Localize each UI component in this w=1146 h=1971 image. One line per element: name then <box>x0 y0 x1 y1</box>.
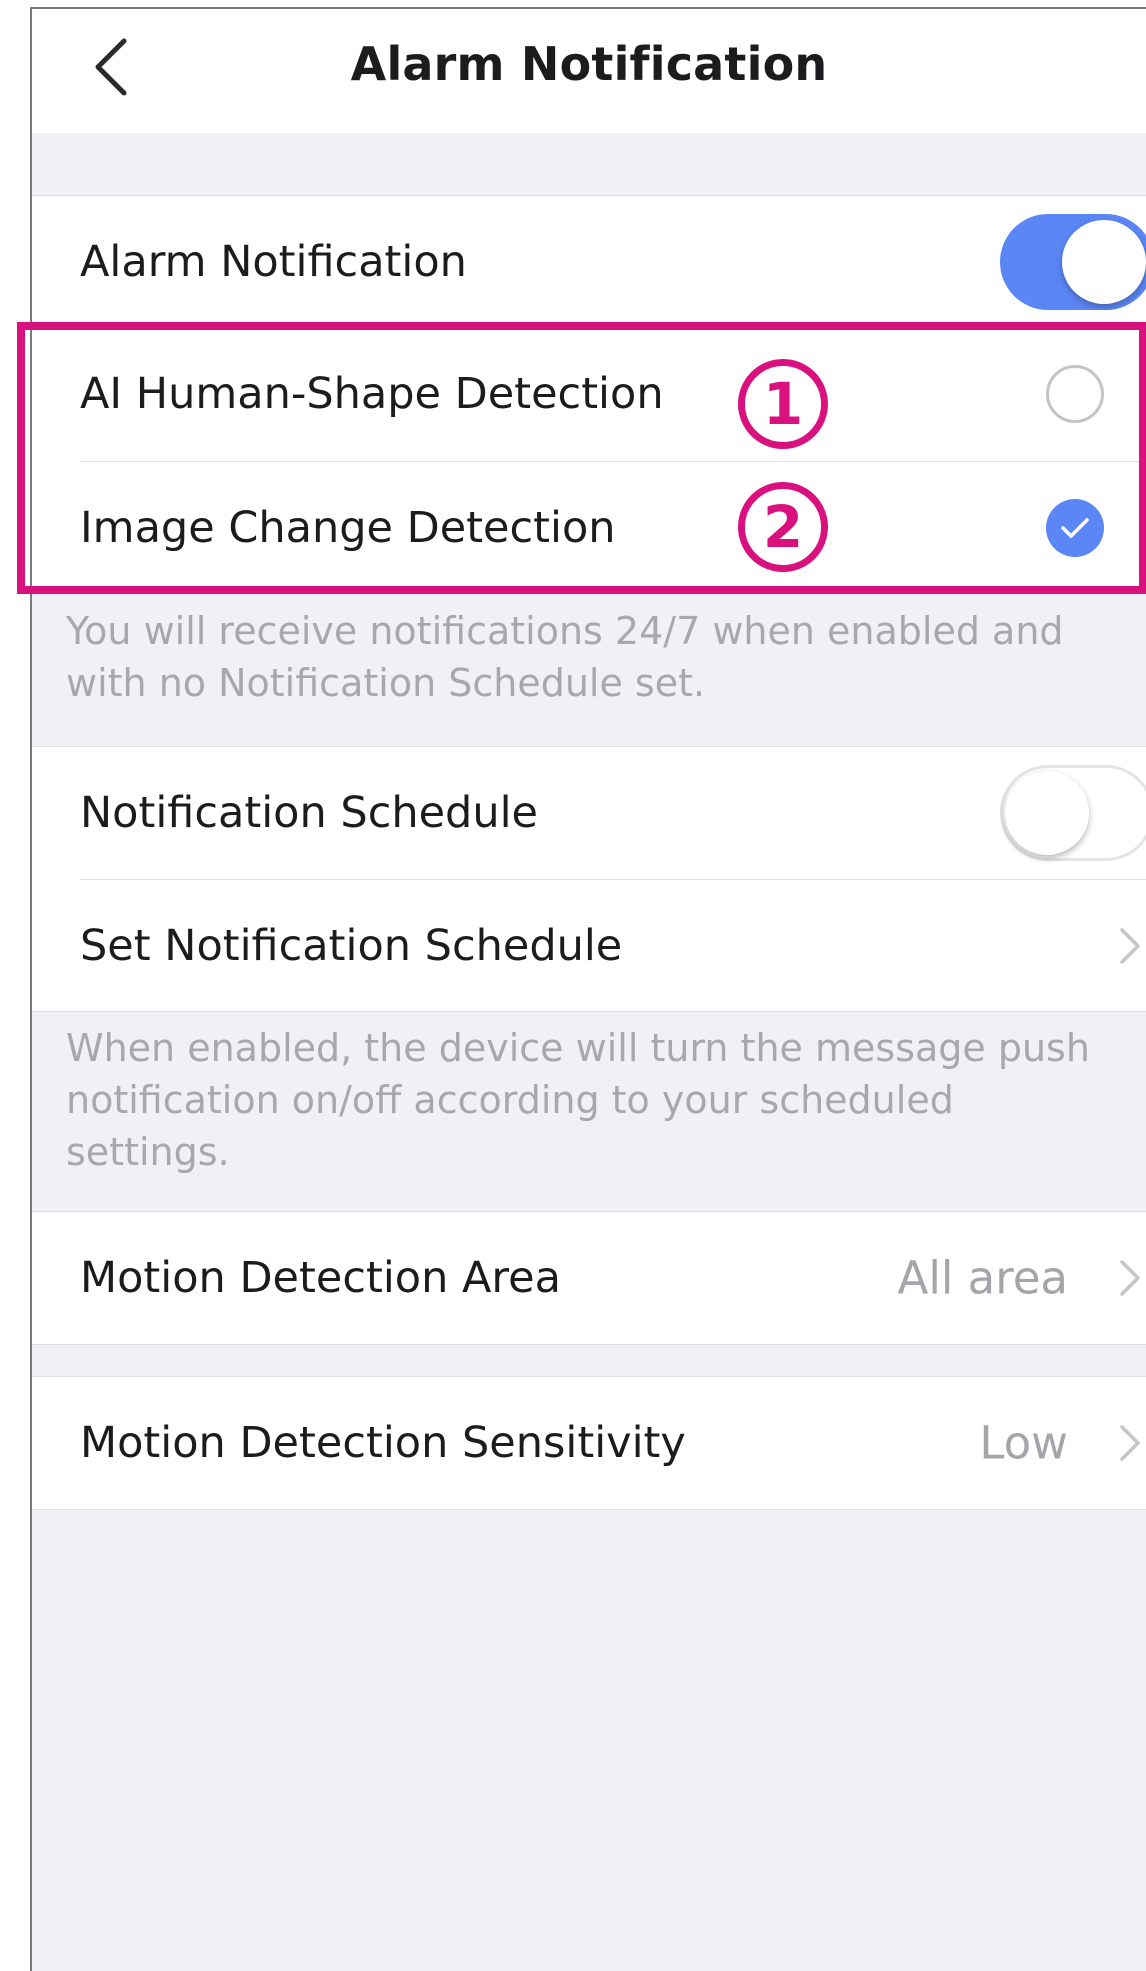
chevron-right-icon <box>1120 1425 1140 1461</box>
highlight-box <box>17 322 1146 594</box>
alarm-notification-row: Alarm Notification <box>32 196 1146 328</box>
set-notification-schedule-row[interactable]: Set Notification Schedule <box>32 880 1146 1012</box>
alarm-notification-label: Alarm Notification <box>80 237 467 287</box>
app-screen: Alarm Notification Alarm Notification AI… <box>30 7 1146 1971</box>
schedule-settings-group: Notification Schedule Set Notification S… <box>32 746 1146 1012</box>
annotation-badge-1: 1 <box>738 359 828 449</box>
chevron-right-icon <box>1120 928 1140 964</box>
page-title: Alarm Notification <box>350 37 828 91</box>
notification-schedule-toggle[interactable] <box>1000 765 1146 861</box>
motion-area-group: Motion Detection Area All area <box>32 1211 1146 1345</box>
alarm-footnote: You will receive notifications 24/7 when… <box>66 609 1064 705</box>
notification-schedule-row: Notification Schedule <box>32 747 1146 879</box>
schedule-footnote: When enabled, the device will turn the m… <box>66 1026 1090 1174</box>
annotation-badge-2: 2 <box>738 482 828 572</box>
navigation-bar: Alarm Notification <box>32 9 1146 133</box>
chevron-right-icon <box>1120 1260 1140 1296</box>
set-notification-schedule-label: Set Notification Schedule <box>80 921 623 971</box>
motion-detection-area-label: Motion Detection Area <box>80 1253 561 1303</box>
toggle-knob <box>1005 771 1089 855</box>
motion-sensitivity-group: Motion Detection Sensitivity Low <box>32 1376 1146 1510</box>
motion-detection-sensitivity-value: Low <box>979 1416 1068 1470</box>
motion-detection-area-value: All area <box>897 1251 1068 1305</box>
toggle-knob <box>1062 220 1146 304</box>
motion-detection-area-row[interactable]: Motion Detection Area All area <box>32 1212 1146 1344</box>
motion-detection-sensitivity-row[interactable]: Motion Detection Sensitivity Low <box>32 1377 1146 1509</box>
motion-detection-sensitivity-label: Motion Detection Sensitivity <box>80 1418 686 1468</box>
alarm-notification-toggle[interactable] <box>1000 214 1146 310</box>
notification-schedule-label: Notification Schedule <box>80 788 538 838</box>
